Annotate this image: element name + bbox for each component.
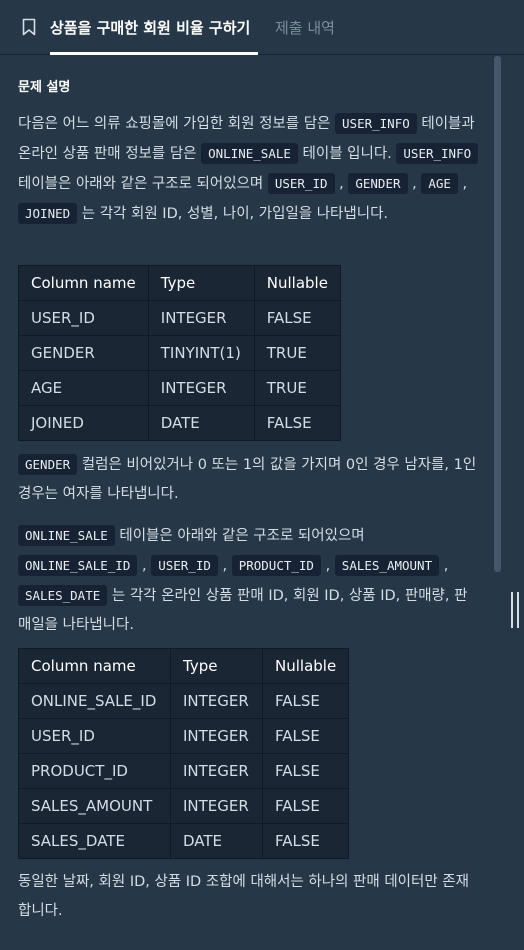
problem-content[interactable]: 문제 설명 다음은 어느 의류 쇼핑몰에 가입한 회원 정보를 담은 USER_… bbox=[0, 56, 486, 950]
table-header-row: Column name Type Nullable bbox=[18, 265, 341, 301]
code-online-sale: ONLINE_SALE bbox=[201, 143, 298, 164]
text: 컬럼은 비어있거나 0 또는 1의 값을 가지며 0인 경우 남자를, 1인 경… bbox=[18, 457, 477, 502]
table-cell: USER_ID bbox=[18, 300, 149, 336]
code-online-sale: ONLINE_SALE bbox=[18, 525, 115, 546]
online-sale-paragraph: ONLINE_SALE 테이블은 아래와 같은 구조로 되어있으며 ONLINE… bbox=[18, 521, 480, 640]
text: , bbox=[439, 558, 449, 574]
bookmark-icon[interactable] bbox=[22, 18, 36, 36]
table-row: USER_ID INTEGER FALSE bbox=[18, 300, 341, 336]
table-cell: JOINED bbox=[18, 405, 149, 441]
text: 는 각각 회원 ID, 성별, 나이, 가입일을 나타냅니다. bbox=[77, 206, 389, 222]
table-cell: INTEGER bbox=[170, 718, 263, 754]
table-row: PRODUCT_ID INTEGER FALSE bbox=[18, 753, 350, 789]
intro-paragraph: 다음은 어느 의류 쇼핑몰에 가입한 회원 정보를 담은 USER_INFO 테… bbox=[18, 109, 480, 229]
user-info-table: Column name Type Nullable USER_ID INTEGE… bbox=[18, 265, 341, 441]
table-row: SALES_AMOUNT INTEGER FALSE bbox=[18, 788, 350, 824]
header-cell: Type bbox=[147, 265, 255, 301]
table-cell: INTEGER bbox=[170, 683, 263, 719]
table-row: USER_ID INTEGER FALSE bbox=[18, 718, 350, 754]
table-cell: FALSE bbox=[253, 405, 341, 441]
table-cell: INTEGER bbox=[147, 300, 255, 336]
table-row: AGE INTEGER TRUE bbox=[18, 370, 341, 406]
uniqueness-paragraph: 동일한 날짜, 회원 ID, 상품 ID 조합에 대해서는 하나의 판매 데이터… bbox=[18, 874, 469, 919]
header-cell: Column name bbox=[18, 648, 171, 684]
table-header-row: Column name Type Nullable bbox=[18, 648, 350, 684]
table-row: GENDER TINYINT(1) TRUE bbox=[18, 335, 341, 371]
text: 테이블은 아래와 같은 구조로 되어있으며 bbox=[114, 528, 365, 544]
table-cell: FALSE bbox=[261, 753, 350, 789]
section-title: 문제 설명 bbox=[18, 80, 71, 95]
table-row: SALES_DATE DATE FALSE bbox=[18, 823, 350, 859]
text: , bbox=[217, 558, 232, 574]
active-tab-indicator bbox=[50, 52, 258, 55]
table-cell: GENDER bbox=[18, 335, 149, 371]
text: , bbox=[334, 176, 349, 192]
header-cell: Column name bbox=[18, 265, 149, 301]
gender-paragraph: GENDER 컬럼은 비어있거나 0 또는 1의 값을 가지며 0인 경우 남자… bbox=[18, 450, 480, 509]
table-cell: DATE bbox=[147, 405, 255, 441]
table-cell: TINYINT(1) bbox=[147, 335, 255, 371]
table-cell: PRODUCT_ID bbox=[18, 753, 171, 789]
code-user-info: USER_INFO bbox=[396, 143, 479, 164]
table-cell: TRUE bbox=[253, 335, 341, 371]
table-cell: AGE bbox=[18, 370, 149, 406]
text: 다음은 어느 의류 쇼핑몰에 가입한 회원 정보를 담은 bbox=[18, 116, 336, 132]
code-online-sale-id: ONLINE_SALE_ID bbox=[18, 555, 138, 576]
header-cell: Type bbox=[170, 648, 263, 684]
table-cell: DATE bbox=[170, 823, 263, 859]
code-joined: JOINED bbox=[18, 203, 78, 224]
vertical-scrollbar[interactable] bbox=[494, 56, 501, 572]
table-cell: ONLINE_SALE_ID bbox=[18, 683, 171, 719]
code-user-info: USER_INFO bbox=[335, 113, 417, 134]
table-cell: FALSE bbox=[261, 823, 350, 859]
table-cell: INTEGER bbox=[170, 753, 263, 789]
code-product-id: PRODUCT_ID bbox=[231, 555, 321, 576]
code-age: AGE bbox=[421, 173, 458, 194]
table-cell: USER_ID bbox=[18, 718, 171, 754]
header-cell: Nullable bbox=[253, 265, 341, 301]
text: , bbox=[457, 176, 468, 192]
text: , bbox=[137, 558, 152, 574]
code-sales-amount: SALES_AMOUNT bbox=[334, 555, 440, 576]
table-cell: INTEGER bbox=[147, 370, 255, 406]
text: 테이블 입니다. bbox=[297, 146, 397, 162]
table-cell: TRUE bbox=[253, 370, 341, 406]
text: , bbox=[320, 558, 335, 574]
table-cell: SALES_DATE bbox=[18, 823, 171, 859]
text: 테이블은 아래와 같은 구조로 되어있으며 bbox=[18, 176, 268, 192]
tab-submission-history[interactable]: 제출 내역 bbox=[275, 17, 335, 38]
table-cell: FALSE bbox=[261, 683, 350, 719]
text: , bbox=[407, 176, 422, 192]
tab-bar: 상품을 구매한 회원 비율 구하기 제출 내역 bbox=[0, 0, 524, 55]
header-cell: Nullable bbox=[261, 648, 350, 684]
tab-problem-description[interactable]: 상품을 구매한 회원 비율 구하기 bbox=[50, 17, 250, 38]
table-row: ONLINE_SALE_ID INTEGER FALSE bbox=[18, 683, 350, 719]
table-cell: SALES_AMOUNT bbox=[18, 788, 171, 824]
table-cell: FALSE bbox=[253, 300, 341, 336]
online-sale-table: Column name Type Nullable ONLINE_SALE_ID… bbox=[18, 648, 350, 859]
code-user-id: USER_ID bbox=[267, 173, 335, 194]
table-cell: FALSE bbox=[261, 788, 350, 824]
code-sales-date: SALES_DATE bbox=[18, 585, 108, 606]
table-cell: INTEGER bbox=[170, 788, 263, 824]
table-row: JOINED DATE FALSE bbox=[18, 405, 341, 441]
panel-resize-handle-icon[interactable] bbox=[509, 592, 521, 628]
code-gender: GENDER bbox=[348, 173, 408, 194]
code-gender: GENDER bbox=[18, 454, 78, 475]
code-user-id: USER_ID bbox=[151, 555, 218, 576]
table-cell: FALSE bbox=[261, 718, 350, 754]
